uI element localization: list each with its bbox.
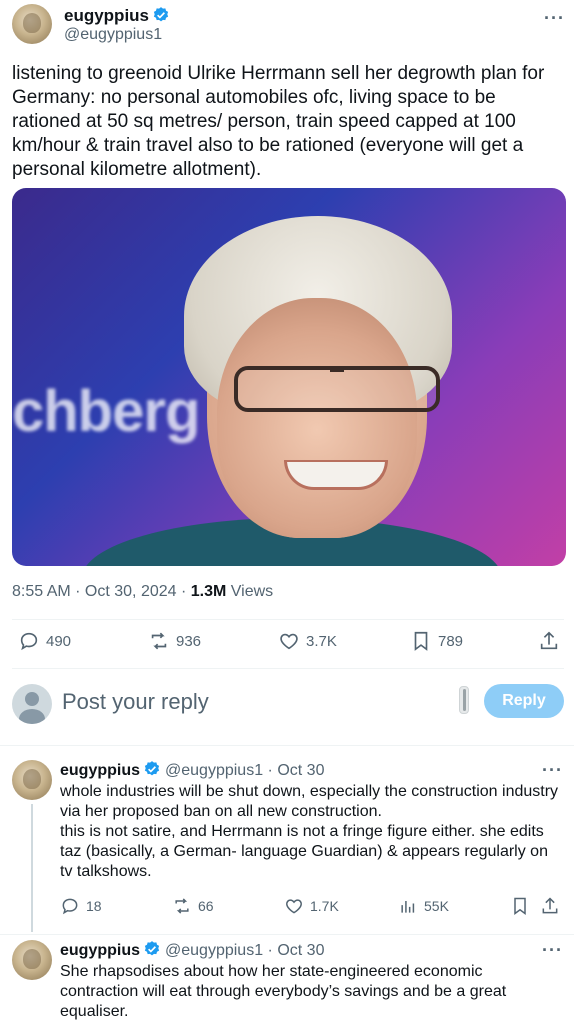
photo-background-text: chberg [12, 379, 200, 444]
author-name[interactable]: eugyppius [64, 6, 170, 26]
share-action[interactable] [538, 630, 566, 652]
main-tweet-header: eugyppius @eugyppius1 ··· [12, 4, 565, 48]
share-action[interactable] [540, 896, 566, 916]
verified-badge-icon [153, 7, 169, 22]
bookmark-action[interactable]: 789 [410, 630, 463, 652]
photo-glasses [234, 366, 440, 412]
more-options-icon[interactable]: ··· [544, 8, 565, 29]
like-action[interactable]: 3.7K [278, 630, 337, 652]
like-action[interactable]: 1.7K [284, 896, 339, 916]
tweet-actions: 490 936 3.7K 789 [0, 630, 574, 658]
reply-composer: Post your reply Reply [12, 682, 564, 726]
views-count: 1.3M [190, 583, 227, 600]
author-avatar[interactable] [12, 940, 52, 980]
verified-badge-icon [144, 941, 160, 956]
thread-tweet-actions: 18 66 1.7K 55K [0, 896, 574, 924]
tweet-photo[interactable]: chberg [12, 188, 566, 566]
views-action[interactable]: 55K [398, 896, 449, 916]
reply-button[interactable]: Reply [484, 684, 564, 718]
thread-tweet[interactable]: eugyppius @eugyppius1 · Oct 30 ··· She rh… [12, 940, 564, 1024]
thread-tweet-text: She rhapsodises about how her state-engi… [60, 963, 507, 1020]
divider [0, 934, 574, 935]
author-handle[interactable]: @eugyppius1 [64, 26, 162, 44]
tweet-text: listening to greenoid Ulrike Herrmann se… [12, 63, 545, 180]
divider [12, 619, 564, 620]
thread-tweet-header: eugyppius @eugyppius1 · Oct 30 [60, 941, 325, 959]
verified-badge-icon [144, 761, 160, 776]
bookmark-icon [414, 631, 428, 651]
author-avatar[interactable] [12, 760, 52, 800]
divider [12, 668, 564, 669]
author-avatar[interactable] [12, 4, 52, 44]
tweet-timestamp: 8:55 AM · Oct 30, 2024 · 1.3M Views [12, 583, 274, 600]
reply-icon [20, 632, 38, 651]
repost-icon [175, 898, 189, 914]
analytics-icon [401, 901, 415, 913]
more-options-icon[interactable]: ··· [542, 940, 563, 961]
user-avatar[interactable] [12, 684, 52, 724]
share-icon [542, 897, 558, 914]
thread-tweet-header: eugyppius @eugyppius1 · Oct 30 [60, 761, 325, 779]
thread-tweet-text: whole industries will be shut down, espe… [60, 783, 559, 880]
reply-input[interactable]: Post your reply [62, 689, 209, 715]
repost-icon [151, 632, 167, 650]
bookmark-action[interactable] [510, 896, 536, 916]
reply-action[interactable]: 490 [18, 630, 71, 652]
reply-action[interactable]: 18 [60, 896, 102, 916]
heart-icon [286, 899, 302, 914]
repost-action[interactable]: 66 [172, 896, 214, 916]
reply-icon [62, 898, 78, 915]
composer-scrollbar[interactable] [459, 686, 469, 714]
more-options-icon[interactable]: ··· [542, 760, 563, 781]
heart-icon [280, 633, 298, 650]
repost-action[interactable]: 936 [148, 630, 201, 652]
share-icon [540, 631, 558, 650]
bookmark-icon [514, 897, 526, 915]
divider [0, 745, 574, 746]
